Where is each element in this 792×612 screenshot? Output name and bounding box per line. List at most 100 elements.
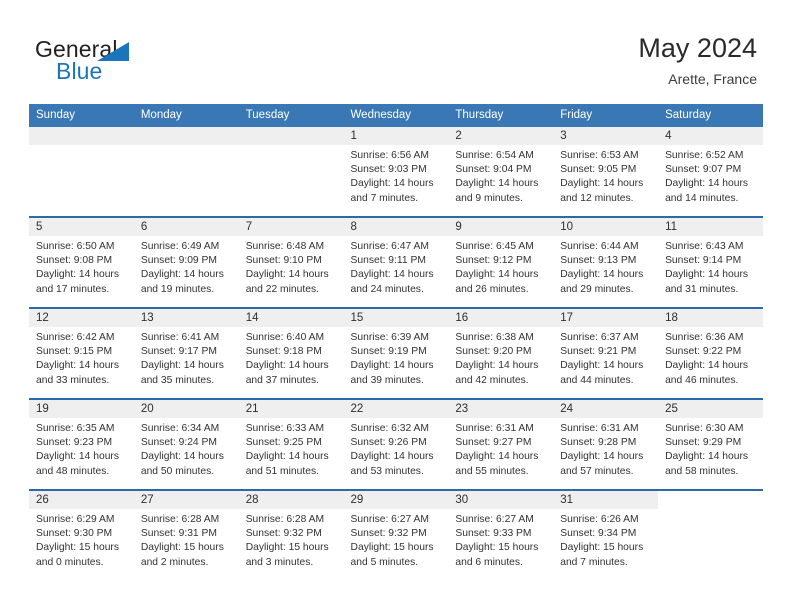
- day-cell-inner: 29 Sunrise: 6:27 AM Sunset: 9:32 PM Dayligh…: [343, 491, 449, 580]
- daylight-text-line2: and 22 minutes.: [245, 283, 319, 295]
- day-number: 3: [553, 127, 659, 145]
- day-cell-inner: [658, 491, 763, 580]
- calendar-day-cell[interactable]: 19 Sunrise: 6:35 AM Sunset: 9:23 PM Dayligh…: [29, 398, 134, 490]
- day-number: 23: [448, 400, 554, 418]
- calendar-week-row: 1 Sunrise: 6:56 AM Sunset: 9:03 PM Daylight…: [29, 127, 763, 217]
- weekday-header-monday: Monday: [133, 104, 239, 127]
- calendar-day-cell[interactable]: 22 Sunrise: 6:32 AM Sunset: 9:26 PM Dayligh…: [343, 398, 449, 490]
- calendar-day-cell[interactable]: 7 Sunrise: 6:48 AM Sunset: 9:10 PM Daylight…: [238, 216, 344, 308]
- calendar-week-row: 5 Sunrise: 6:50 AM Sunset: 9:08 PM Daylight…: [29, 216, 763, 308]
- daylight-text-line2: and 58 minutes.: [665, 465, 739, 477]
- day-number: 29: [343, 491, 449, 509]
- calendar-day-cell[interactable]: 31 Sunrise: 6:26 AM Sunset: 9:34 PM Dayligh…: [553, 489, 659, 580]
- daylight-text-line1: Daylight: 14 hours: [350, 451, 434, 463]
- sunrise-text: Sunrise: 6:30 AM: [665, 423, 744, 434]
- sunset-text: Sunset: 9:28 PM: [560, 437, 637, 449]
- day-cell-details: Sunrise: 6:49 AM Sunset: 9:09 PM Daylight:…: [134, 236, 239, 297]
- day-cell-inner: 20 Sunrise: 6:34 AM Sunset: 9:24 PM Dayligh…: [133, 400, 239, 489]
- sunset-text: Sunset: 9:34 PM: [560, 528, 637, 540]
- calendar-day-cell[interactable]: 8 Sunrise: 6:47 AM Sunset: 9:11 PM Daylight…: [343, 216, 449, 308]
- day-number: 16: [448, 309, 554, 327]
- calendar-week-row: 26 Sunrise: 6:29 AM Sunset: 9:30 PM Dayligh…: [29, 489, 763, 580]
- daylight-text-line1: Daylight: 14 hours: [665, 178, 749, 190]
- sunrise-text: Sunrise: 6:50 AM: [36, 241, 115, 252]
- calendar-day-cell[interactable]: 27 Sunrise: 6:28 AM Sunset: 9:31 PM Dayligh…: [133, 489, 239, 580]
- calendar-day-cell[interactable]: 18 Sunrise: 6:36 AM Sunset: 9:22 PM Dayligh…: [658, 307, 763, 399]
- calendar-table: Sunday Monday Tuesday Wednesday Thursday…: [29, 104, 763, 580]
- day-number: 17: [553, 309, 659, 327]
- calendar-day-cell[interactable]: 6 Sunrise: 6:49 AM Sunset: 9:09 PM Daylight…: [133, 216, 239, 308]
- calendar-day-cell[interactable]: 2 Sunrise: 6:54 AM Sunset: 9:04 PM Daylight…: [448, 127, 554, 217]
- sunrise-text: Sunrise: 6:40 AM: [245, 332, 325, 343]
- day-number: 22: [343, 400, 449, 418]
- day-number: 11: [658, 218, 763, 236]
- calendar-day-cell[interactable]: 21 Sunrise: 6:33 AM Sunset: 9:25 PM Dayligh…: [238, 398, 344, 490]
- day-number: 21: [238, 400, 344, 418]
- sunset-text: Sunset: 9:33 PM: [455, 528, 532, 540]
- calendar-day-cell[interactable]: 17 Sunrise: 6:37 AM Sunset: 9:21 PM Dayligh…: [553, 307, 659, 399]
- day-cell-inner: 19 Sunrise: 6:35 AM Sunset: 9:23 PM Dayligh…: [29, 400, 134, 489]
- daylight-text-line2: and 57 minutes.: [560, 465, 634, 477]
- sunset-text: Sunset: 9:32 PM: [350, 528, 427, 540]
- day-number: 8: [343, 218, 449, 236]
- daylight-text-line2: and 31 minutes.: [665, 283, 739, 295]
- daylight-text-line2: and 42 minutes.: [455, 374, 529, 386]
- calendar-day-cell[interactable]: 28 Sunrise: 6:28 AM Sunset: 9:32 PM Dayligh…: [238, 489, 344, 580]
- sunrise-text: Sunrise: 6:36 AM: [665, 332, 744, 343]
- day-number: [133, 127, 239, 145]
- calendar-day-cell[interactable]: 10 Sunrise: 6:44 AM Sunset: 9:13 PM Dayligh…: [553, 216, 659, 308]
- calendar-day-cell[interactable]: 25 Sunrise: 6:30 AM Sunset: 9:29 PM Dayligh…: [658, 398, 763, 490]
- day-cell-inner: 18 Sunrise: 6:36 AM Sunset: 9:22 PM Dayligh…: [658, 309, 763, 398]
- day-cell-inner: 3 Sunrise: 6:53 AM Sunset: 9:05 PM Daylight…: [553, 127, 659, 216]
- calendar-day-cell[interactable]: 13 Sunrise: 6:41 AM Sunset: 9:17 PM Dayligh…: [133, 307, 239, 399]
- sunset-text: Sunset: 9:20 PM: [455, 346, 532, 358]
- daylight-text-line2: and 12 minutes.: [560, 192, 634, 204]
- weekday-header-tuesday: Tuesday: [238, 104, 344, 127]
- calendar-day-cell[interactable]: 24 Sunrise: 6:31 AM Sunset: 9:28 PM Dayligh…: [553, 398, 659, 490]
- calendar-day-cell[interactable]: 14 Sunrise: 6:40 AM Sunset: 9:18 PM Dayligh…: [238, 307, 344, 399]
- calendar-day-cell[interactable]: 5 Sunrise: 6:50 AM Sunset: 9:08 PM Daylight…: [29, 216, 134, 308]
- day-cell-inner: 27 Sunrise: 6:28 AM Sunset: 9:31 PM Dayligh…: [133, 491, 239, 580]
- day-cell-inner: 28 Sunrise: 6:28 AM Sunset: 9:32 PM Dayligh…: [238, 491, 344, 580]
- calendar-day-cell[interactable]: 15 Sunrise: 6:39 AM Sunset: 9:19 PM Dayligh…: [343, 307, 449, 399]
- daylight-text-line1: Daylight: 14 hours: [455, 360, 539, 372]
- daylight-text-line2: and 50 minutes.: [140, 465, 215, 477]
- sunrise-text: Sunrise: 6:27 AM: [455, 514, 534, 525]
- sunset-text: Sunset: 9:11 PM: [350, 255, 426, 267]
- calendar-day-cell[interactable]: 20 Sunrise: 6:34 AM Sunset: 9:24 PM Dayligh…: [133, 398, 239, 490]
- calendar-day-cell[interactable]: 9 Sunrise: 6:45 AM Sunset: 9:12 PM Daylight…: [448, 216, 554, 308]
- calendar-day-cell[interactable]: 16 Sunrise: 6:38 AM Sunset: 9:20 PM Dayligh…: [448, 307, 554, 399]
- day-cell-inner: 4 Sunrise: 6:52 AM Sunset: 9:07 PM Daylight…: [658, 127, 763, 216]
- day-number: 10: [553, 218, 659, 236]
- calendar-day-cell[interactable]: 23 Sunrise: 6:31 AM Sunset: 9:27 PM Dayligh…: [448, 398, 554, 490]
- calendar-body: 1 Sunrise: 6:56 AM Sunset: 9:03 PM Daylight…: [29, 127, 763, 580]
- weekday-header-friday: Friday: [553, 104, 659, 127]
- day-cell-details: Sunrise: 6:35 AM Sunset: 9:23 PM Daylight:…: [29, 418, 134, 479]
- calendar-day-cell[interactable]: 11 Sunrise: 6:43 AM Sunset: 9:14 PM Dayligh…: [658, 216, 763, 308]
- daylight-text-line1: Daylight: 14 hours: [36, 451, 119, 463]
- daylight-text-line1: Daylight: 14 hours: [560, 451, 644, 463]
- day-cell-inner: 9 Sunrise: 6:45 AM Sunset: 9:12 PM Daylight…: [448, 218, 554, 307]
- calendar-day-cell[interactable]: 1 Sunrise: 6:56 AM Sunset: 9:03 PM Daylight…: [343, 127, 449, 217]
- calendar-day-cell[interactable]: 26 Sunrise: 6:29 AM Sunset: 9:30 PM Dayligh…: [29, 489, 134, 580]
- calendar-day-cell[interactable]: 4 Sunrise: 6:52 AM Sunset: 9:07 PM Daylight…: [658, 127, 763, 217]
- day-cell-details: Sunrise: 6:40 AM Sunset: 9:18 PM Daylight:…: [239, 327, 344, 388]
- day-cell-details: Sunrise: 6:44 AM Sunset: 9:13 PM Daylight:…: [553, 236, 658, 297]
- sunrise-text: Sunrise: 6:29 AM: [36, 514, 115, 525]
- day-cell-inner: 8 Sunrise: 6:47 AM Sunset: 9:11 PM Daylight…: [343, 218, 449, 307]
- sunset-text: Sunset: 9:18 PM: [245, 346, 322, 358]
- sunrise-text: Sunrise: 6:28 AM: [245, 514, 325, 525]
- calendar-day-cell[interactable]: 3 Sunrise: 6:53 AM Sunset: 9:05 PM Daylight…: [553, 127, 659, 217]
- sunrise-text: Sunrise: 6:28 AM: [140, 514, 220, 525]
- sunrise-text: Sunrise: 6:49 AM: [140, 241, 220, 252]
- brand-logo[interactable]: General Blue: [35, 36, 275, 92]
- daylight-text-line1: Daylight: 14 hours: [350, 178, 434, 190]
- daylight-text-line1: Daylight: 15 hours: [140, 542, 224, 554]
- calendar-day-cell[interactable]: 12 Sunrise: 6:42 AM Sunset: 9:15 PM Dayligh…: [29, 307, 134, 399]
- calendar-day-cell[interactable]: 30 Sunrise: 6:27 AM Sunset: 9:33 PM Dayligh…: [448, 489, 554, 580]
- day-cell-inner: 10 Sunrise: 6:44 AM Sunset: 9:13 PM Dayligh…: [553, 218, 659, 307]
- daylight-text-line2: and 0 minutes.: [36, 556, 104, 568]
- calendar-day-cell[interactable]: 29 Sunrise: 6:27 AM Sunset: 9:32 PM Dayligh…: [343, 489, 449, 580]
- sunset-text: Sunset: 9:07 PM: [665, 164, 742, 176]
- day-cell-details: Sunrise: 6:43 AM Sunset: 9:14 PM Daylight:…: [658, 236, 763, 297]
